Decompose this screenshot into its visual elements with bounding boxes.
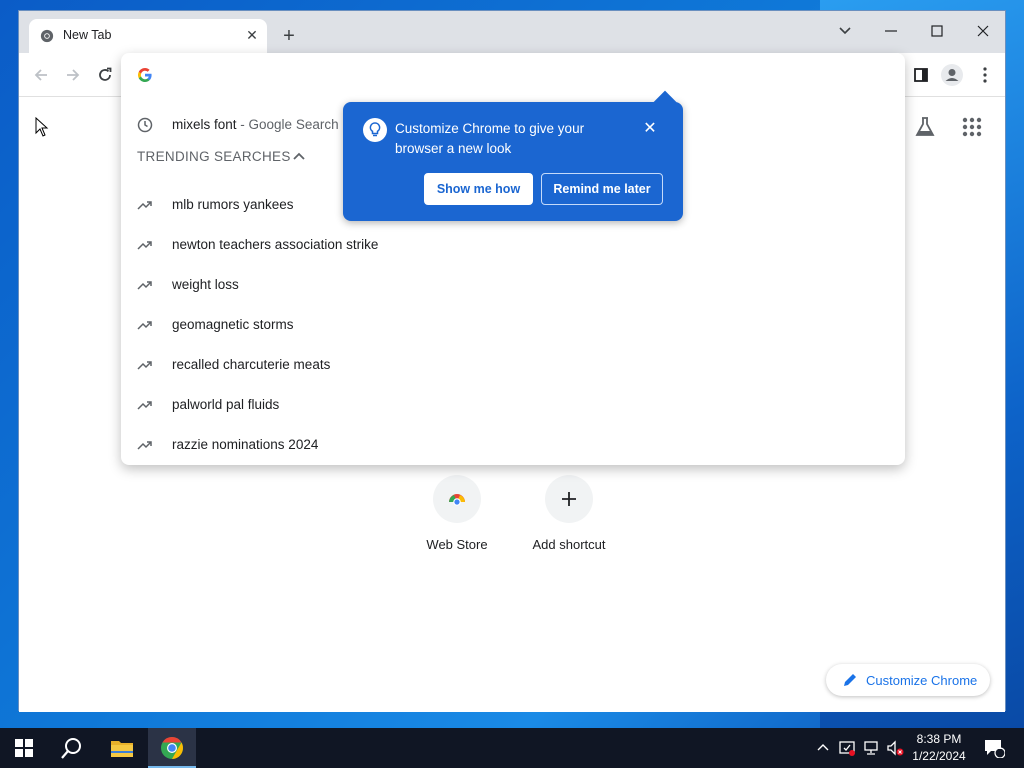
tab-new-tab[interactable]: New Tab ✕ [29, 19, 267, 53]
back-button[interactable] [29, 63, 53, 87]
remind-me-later-button[interactable]: Remind me later [541, 173, 663, 205]
folder-icon [111, 741, 133, 757]
mouse-cursor-icon [35, 117, 49, 137]
chrome-favicon-icon [40, 29, 54, 43]
customize-chrome-label: Customize Chrome [866, 673, 978, 688]
trending-suggestion[interactable]: newton teachers association strike [121, 225, 905, 265]
tab-title: New Tab [63, 28, 112, 42]
add-shortcut-button[interactable]: Add shortcut [519, 475, 619, 552]
trending-suggestion-label: geomagnetic storms [172, 317, 294, 332]
clock-time: 8:38 PM [916, 732, 962, 746]
trending-suggestion-label: newton teachers association strike [172, 237, 379, 252]
labs-flask-icon[interactable] [912, 116, 938, 142]
google-apps-grid-icon[interactable] [960, 117, 984, 141]
trending-suggestion[interactable]: recalled charcuterie meats [121, 345, 905, 385]
trending-header: TRENDING SEARCHES [137, 149, 291, 164]
show-me-how-button[interactable]: Show me how [424, 173, 533, 205]
reload-button[interactable] [93, 63, 117, 87]
chrome-taskbar-button[interactable] [148, 728, 196, 768]
close-window-button[interactable] [969, 17, 997, 45]
trending-arrow-icon [137, 317, 153, 333]
promo-text: Customize Chrome to give your browser a … [395, 121, 585, 156]
trending-suggestion-label: weight loss [172, 277, 239, 292]
trending-suggestion[interactable]: geomagnetic storms [121, 305, 905, 345]
show-hidden-icons-chevron-icon[interactable] [814, 738, 832, 758]
tab-strip: New Tab ✕ + [19, 11, 1005, 53]
shortcut-label: Web Store [426, 537, 488, 552]
customize-chrome-button[interactable]: Customize Chrome [826, 664, 990, 696]
pencil-icon [844, 674, 856, 686]
trending-arrow-icon [137, 357, 153, 373]
tab-search-icon[interactable] [831, 17, 859, 45]
shortcut-web-store[interactable]: Web Store [407, 475, 507, 552]
trending-arrow-icon [137, 397, 153, 413]
trending-suggestion[interactable]: razzie nominations 2024 [121, 425, 905, 465]
new-tab-button[interactable]: + [277, 25, 301, 49]
minimize-button[interactable] [877, 17, 905, 45]
file-explorer-button[interactable] [98, 728, 146, 768]
trending-arrow-icon [137, 237, 153, 253]
trending-suggestion-label: palworld pal fluids [172, 397, 280, 412]
history-query: mixels font [172, 117, 237, 132]
profile-avatar-icon[interactable] [940, 63, 964, 87]
shortcut-label: Add shortcut [532, 537, 606, 552]
chrome-icon [161, 737, 183, 759]
history-clock-icon [137, 117, 153, 133]
promo-close-icon[interactable]: ✕ [641, 120, 659, 138]
trending-arrow-icon [137, 277, 153, 293]
lightbulb-icon [363, 118, 387, 142]
trending-suggestion-label: recalled charcuterie meats [172, 357, 331, 372]
trending-arrow-icon [137, 197, 153, 213]
windows-start-button[interactable] [0, 728, 48, 768]
google-g-icon [138, 68, 152, 82]
tab-close-icon[interactable]: ✕ [243, 26, 261, 44]
trending-suggestion[interactable]: palworld pal fluids [121, 385, 905, 425]
menu-kebab-icon[interactable] [973, 63, 997, 87]
notification-center-icon[interactable]: 1 [982, 738, 1006, 759]
plus-icon [545, 475, 593, 523]
customize-chrome-promo: Customize Chrome to give your browser a … [343, 90, 683, 221]
maximize-button[interactable] [923, 17, 951, 45]
trending-suggestion-label: mlb rumors yankees [172, 197, 294, 212]
chrome-window: New Tab ✕ + Web Store Add shortcut Custo… [18, 10, 1006, 712]
trending-suggestion-label: razzie nominations 2024 [172, 437, 319, 452]
notification-count: 1 [997, 741, 1003, 752]
forward-button[interactable] [61, 63, 85, 87]
trending-suggestion[interactable]: weight loss [121, 265, 905, 305]
taskbar-clock[interactable]: 8:38 PM 1/22/2024 [908, 731, 970, 765]
network-icon[interactable] [862, 738, 880, 758]
web-store-icon [433, 475, 481, 523]
side-panel-icon[interactable] [909, 63, 933, 87]
windows-logo-icon [15, 739, 33, 757]
collapse-chevron-up-icon[interactable] [291, 148, 307, 164]
taskbar: 8:38 PM 1/22/2024 1 [0, 728, 1024, 768]
history-suffix: Google Search [248, 117, 339, 132]
trending-arrow-icon [137, 437, 153, 453]
volume-muted-icon[interactable] [886, 738, 904, 758]
search-icon [61, 738, 81, 759]
search-button[interactable] [48, 728, 96, 768]
security-icon[interactable] [838, 738, 856, 758]
clock-date: 1/22/2024 [912, 749, 966, 763]
